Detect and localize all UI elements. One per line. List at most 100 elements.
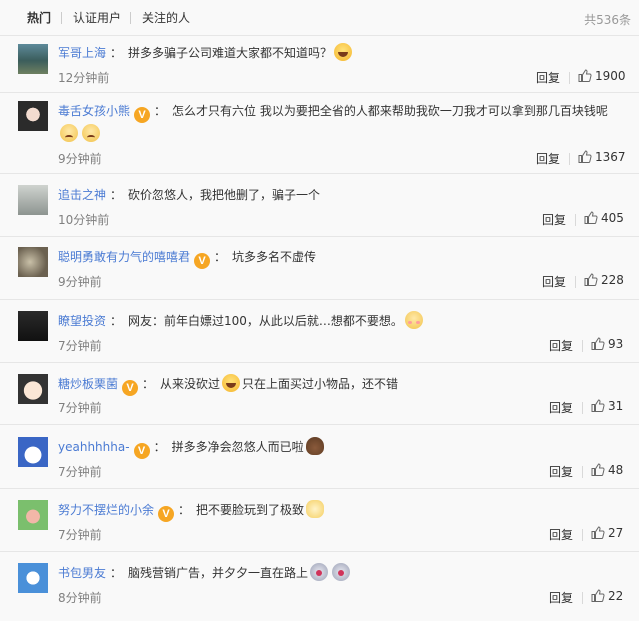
like-button[interactable]: 1900 bbox=[578, 69, 626, 83]
like-count: 405 bbox=[601, 211, 624, 225]
comment-time: 12分钟前 bbox=[58, 71, 110, 85]
sad-emoji-icon bbox=[60, 124, 78, 142]
comment-time: 7分钟前 bbox=[58, 465, 102, 479]
pig-emoji-icon bbox=[332, 563, 351, 581]
avatar[interactable] bbox=[18, 101, 48, 131]
laugh-emoji-icon bbox=[334, 43, 353, 61]
tab-hot[interactable]: 热门 bbox=[27, 10, 51, 26]
like-button[interactable]: 22 bbox=[591, 589, 623, 603]
username[interactable]: 努力不摆烂的小余 bbox=[58, 503, 154, 517]
username[interactable]: 瞭望投资 bbox=[58, 314, 106, 328]
comment-time: 9分钟前 bbox=[58, 275, 102, 289]
avatar[interactable] bbox=[18, 44, 48, 74]
like-count: 1900 bbox=[595, 69, 626, 83]
username[interactable]: 追击之神 bbox=[58, 188, 106, 202]
comment-time: 7分钟前 bbox=[58, 339, 102, 353]
reply-button[interactable]: 回复 bbox=[549, 337, 573, 354]
avatar[interactable] bbox=[18, 437, 48, 467]
thumbs-up-icon bbox=[584, 273, 598, 286]
like-button[interactable]: 405 bbox=[584, 211, 624, 225]
avatar[interactable] bbox=[18, 374, 48, 404]
comment-body: 糖炒板栗菌 V：从来没砍过 只在上面买过小物品，还不错 bbox=[58, 374, 629, 396]
thumbs-up-icon bbox=[591, 337, 605, 350]
comment-body: 瞭望投资：网友：前年白嫖过100，从此以后就…想都不要想。 bbox=[58, 311, 629, 331]
comment-time: 9分钟前 bbox=[58, 152, 102, 166]
comment-body: 努力不摆烂的小余 V：把不要脸玩到了极致 bbox=[58, 500, 629, 522]
comment-text: 把不要脸玩到了极致 bbox=[196, 503, 305, 517]
like-count: 1367 bbox=[595, 150, 626, 164]
comment-text: 砍价忽悠人，我把他删了，骗子一个 bbox=[128, 188, 321, 202]
like-button[interactable]: 93 bbox=[591, 337, 623, 351]
avatar[interactable] bbox=[18, 247, 48, 277]
like-count: 31 bbox=[608, 399, 624, 413]
comment-item: 毒舌女孩小熊 V：怎么才只有六位 我以为要把全省的人都来帮助我砍一刀我才可以拿到那… bbox=[0, 93, 639, 174]
comment-item: 糖炒板栗菌 V：从来没砍过 只在上面买过小物品，还不错 7分钟前 回复 31 bbox=[0, 363, 639, 425]
divider bbox=[569, 72, 570, 84]
divider bbox=[575, 214, 576, 226]
like-count: 93 bbox=[608, 337, 624, 351]
verified-badge-icon: V bbox=[134, 107, 151, 123]
username[interactable]: 书包男友 bbox=[58, 566, 106, 580]
username[interactable]: 军哥上海 bbox=[58, 46, 106, 60]
comment-body: 毒舌女孩小熊 V：怎么才只有六位 我以为要把全省的人都来帮助我砍一刀我才可以拿到那… bbox=[58, 100, 629, 145]
comment-body: 聪明勇敢有力气的嘻嘻君 V：坑多多名不虚传 bbox=[58, 250, 317, 269]
tab-divider bbox=[130, 12, 131, 24]
username[interactable]: 聪明勇敢有力气的嘻嘻君 bbox=[58, 250, 190, 264]
thumbs-up-icon bbox=[591, 589, 605, 602]
reply-button[interactable]: 回复 bbox=[549, 526, 573, 543]
comment-body: yeahhhhha- V：拼多多净会忽悠人而已啦 bbox=[58, 437, 629, 459]
comment-text: 拼多多骗子公司难道大家都不知道吗？ bbox=[128, 46, 333, 60]
comment-item: 努力不摆烂的小余 V：把不要脸玩到了极致 7分钟前 回复 27 bbox=[0, 489, 639, 552]
tab-verified-users[interactable]: 认证用户 bbox=[73, 10, 121, 26]
avatar[interactable] bbox=[18, 311, 48, 341]
like-button[interactable]: 228 bbox=[584, 273, 624, 287]
verified-badge-icon: V bbox=[133, 443, 150, 459]
comment-time: 7分钟前 bbox=[58, 401, 102, 415]
divider bbox=[582, 466, 583, 478]
comment-total-count: 共536条 bbox=[584, 13, 631, 27]
reply-button[interactable]: 回复 bbox=[536, 69, 560, 86]
avatar[interactable] bbox=[18, 185, 48, 215]
comment-text: 拼多多净会忽悠人而已啦 bbox=[171, 440, 304, 454]
reply-button[interactable]: 回复 bbox=[536, 150, 560, 167]
comment-text: 网友：前年白嫖过100，从此以后就…想都不要想。 bbox=[128, 314, 403, 328]
like-button[interactable]: 1367 bbox=[578, 150, 626, 164]
reply-button[interactable]: 回复 bbox=[542, 273, 566, 290]
reply-button[interactable]: 回复 bbox=[549, 399, 573, 416]
username[interactable]: 毒舌女孩小熊 bbox=[58, 104, 130, 118]
cat-emoji-icon bbox=[306, 500, 325, 518]
username[interactable]: 糖炒板栗菌 bbox=[58, 377, 118, 391]
avatar[interactable] bbox=[18, 500, 48, 530]
comment-text: 坑多多名不虚传 bbox=[232, 250, 317, 264]
reply-button[interactable]: 回复 bbox=[549, 589, 573, 606]
username[interactable]: yeahhhhha- bbox=[58, 440, 130, 454]
reply-button[interactable]: 回复 bbox=[542, 211, 566, 228]
tab-following[interactable]: 关注的人 bbox=[142, 10, 190, 26]
comment-item: 瞭望投资：网友：前年白嫖过100，从此以后就…想都不要想。 7分钟前 回复 93 bbox=[0, 300, 639, 363]
avatar[interactable] bbox=[18, 563, 48, 593]
comment-body: 书包男友：脑残营销广告，并夕夕一直在路上 bbox=[58, 563, 629, 583]
thumbs-up-icon bbox=[591, 526, 605, 539]
like-count: 27 bbox=[608, 526, 624, 540]
divider bbox=[582, 529, 583, 541]
comment-text: 怎么才只有六位 我以为要把全省的人都来帮助我砍一刀我才可以拿到那几百块钱呢 bbox=[172, 104, 608, 118]
like-button[interactable]: 31 bbox=[591, 399, 623, 413]
comment-time: 8分钟前 bbox=[58, 591, 102, 605]
divider bbox=[575, 276, 576, 288]
comment-item: 追击之神：砍价忽悠人，我把他删了，骗子一个 10分钟前 回复 405 bbox=[0, 174, 639, 237]
tab-divider bbox=[61, 12, 62, 24]
comment-text: 脑残营销广告，并夕夕一直在路上 bbox=[128, 566, 309, 580]
thumbs-up-icon bbox=[578, 69, 592, 82]
verified-badge-icon: V bbox=[122, 380, 139, 396]
pig-emoji-icon bbox=[310, 563, 329, 581]
comment-item: 聪明勇敢有力气的嘻嘻君 V：坑多多名不虚传 9分钟前 回复 228 bbox=[0, 237, 639, 300]
like-button[interactable]: 27 bbox=[591, 526, 623, 540]
divider bbox=[569, 153, 570, 165]
comment-time: 7分钟前 bbox=[58, 528, 102, 542]
like-button[interactable]: 48 bbox=[591, 463, 623, 477]
comment-text-continued: 只在上面买过小物品，还不错 bbox=[242, 377, 399, 391]
comment-item: yeahhhhha- V：拼多多净会忽悠人而已啦 7分钟前 回复 48 bbox=[0, 425, 639, 489]
verified-badge-icon: V bbox=[158, 506, 175, 522]
divider bbox=[582, 592, 583, 604]
reply-button[interactable]: 回复 bbox=[549, 463, 573, 480]
